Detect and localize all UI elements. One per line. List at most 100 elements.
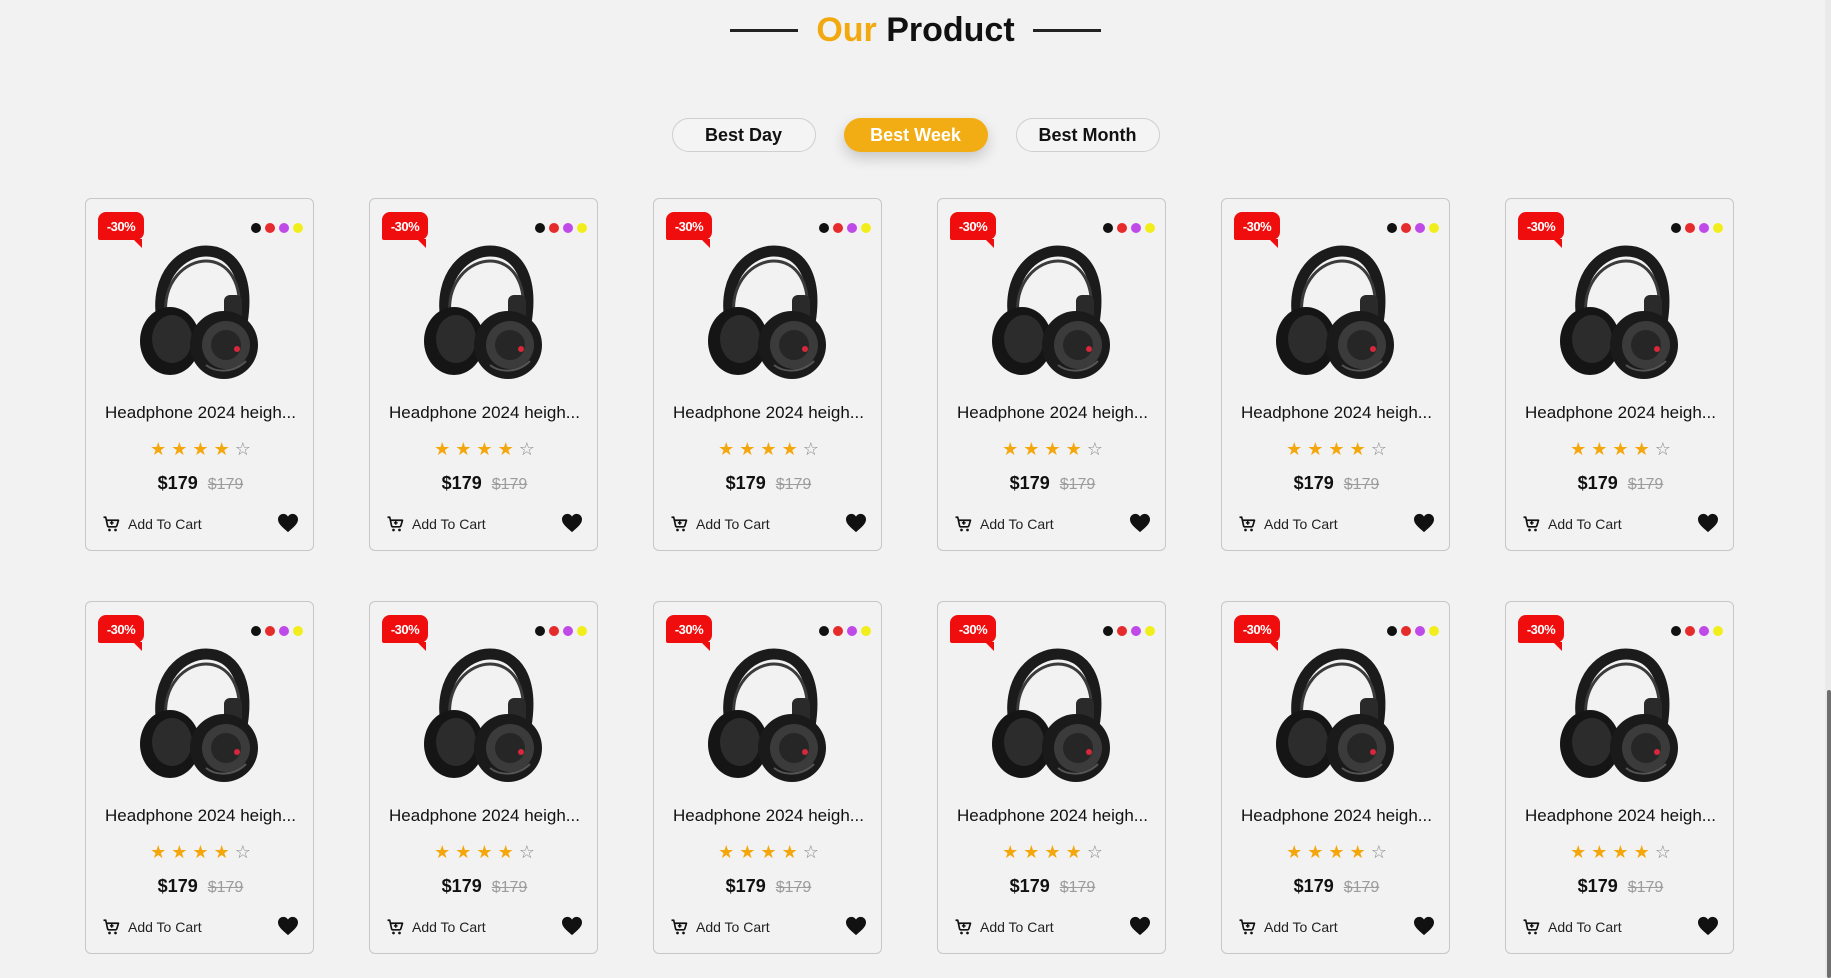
color-swatch-purple[interactable] xyxy=(847,626,857,636)
wishlist-button[interactable] xyxy=(561,513,583,533)
color-swatch-red[interactable] xyxy=(833,626,843,636)
add-to-cart-button[interactable]: Add To Cart xyxy=(954,515,1054,533)
color-swatch-red[interactable] xyxy=(1117,223,1127,233)
product-card[interactable]: -30% Headphone 2024 heigh... ★ ★ ★ ★ ☆ $… xyxy=(653,601,882,954)
color-swatch-yellow[interactable] xyxy=(1429,223,1439,233)
product-name[interactable]: Headphone 2024 heigh... xyxy=(654,806,883,826)
wishlist-button[interactable] xyxy=(277,513,299,533)
wishlist-button[interactable] xyxy=(845,916,867,936)
tab-best-day[interactable]: Best Day xyxy=(671,118,816,152)
color-swatch-black[interactable] xyxy=(1671,223,1681,233)
color-swatch-purple[interactable] xyxy=(1415,223,1425,233)
color-swatch-black[interactable] xyxy=(535,223,545,233)
product-card[interactable]: -30% Headphone 2024 heigh... ★ ★ ★ ★ ☆ $… xyxy=(1221,601,1450,954)
color-swatch-red[interactable] xyxy=(549,626,559,636)
color-swatch-yellow[interactable] xyxy=(577,626,587,636)
color-swatch-red[interactable] xyxy=(1401,223,1411,233)
color-swatch-purple[interactable] xyxy=(1415,626,1425,636)
color-swatch-purple[interactable] xyxy=(1699,223,1709,233)
product-card[interactable]: -30% Headphone 2024 heigh... ★ ★ ★ ★ ☆ $… xyxy=(1505,198,1734,551)
color-swatch-yellow[interactable] xyxy=(1145,626,1155,636)
product-card[interactable]: -30% Headphone 2024 heigh... ★ ★ ★ ★ ☆ $… xyxy=(369,198,598,551)
color-swatch-red[interactable] xyxy=(833,223,843,233)
product-card[interactable]: -30% Headphone 2024 heigh... ★ ★ ★ ★ ☆ $… xyxy=(1221,198,1450,551)
wishlist-button[interactable] xyxy=(1129,513,1151,533)
product-name[interactable]: Headphone 2024 heigh... xyxy=(1222,403,1451,423)
color-swatch-black[interactable] xyxy=(1387,223,1397,233)
color-swatch-yellow[interactable] xyxy=(577,223,587,233)
product-card[interactable]: -30% Headphone 2024 heigh... ★ ★ ★ ★ ☆ $… xyxy=(85,601,314,954)
color-swatch-yellow[interactable] xyxy=(293,626,303,636)
product-name[interactable]: Headphone 2024 heigh... xyxy=(1506,403,1735,423)
wishlist-button[interactable] xyxy=(1129,916,1151,936)
add-to-cart-button[interactable]: Add To Cart xyxy=(1238,515,1338,533)
color-swatch-red[interactable] xyxy=(1685,223,1695,233)
color-swatch-yellow[interactable] xyxy=(1713,223,1723,233)
wishlist-button[interactable] xyxy=(1697,513,1719,533)
add-to-cart-button[interactable]: Add To Cart xyxy=(670,515,770,533)
color-swatch-black[interactable] xyxy=(251,223,261,233)
color-swatch-yellow[interactable] xyxy=(861,626,871,636)
product-name[interactable]: Headphone 2024 heigh... xyxy=(1222,806,1451,826)
color-swatch-yellow[interactable] xyxy=(1713,626,1723,636)
color-swatch-purple[interactable] xyxy=(279,223,289,233)
color-swatch-black[interactable] xyxy=(1103,626,1113,636)
product-name[interactable]: Headphone 2024 heigh... xyxy=(86,403,315,423)
color-swatch-black[interactable] xyxy=(1387,626,1397,636)
add-to-cart-button[interactable]: Add To Cart xyxy=(1238,918,1338,936)
color-swatch-black[interactable] xyxy=(819,626,829,636)
color-swatch-purple[interactable] xyxy=(279,626,289,636)
add-to-cart-button[interactable]: Add To Cart xyxy=(670,918,770,936)
color-swatch-yellow[interactable] xyxy=(861,223,871,233)
wishlist-button[interactable] xyxy=(561,916,583,936)
color-swatch-purple[interactable] xyxy=(1131,223,1141,233)
add-to-cart-button[interactable]: Add To Cart xyxy=(386,918,486,936)
add-to-cart-button[interactable]: Add To Cart xyxy=(954,918,1054,936)
wishlist-button[interactable] xyxy=(845,513,867,533)
wishlist-button[interactable] xyxy=(1413,513,1435,533)
color-swatch-yellow[interactable] xyxy=(1429,626,1439,636)
scrollbar-thumb[interactable] xyxy=(1827,690,1831,978)
wishlist-button[interactable] xyxy=(277,916,299,936)
color-swatch-purple[interactable] xyxy=(563,223,573,233)
color-swatch-black[interactable] xyxy=(251,626,261,636)
product-name[interactable]: Headphone 2024 heigh... xyxy=(938,403,1167,423)
color-swatch-yellow[interactable] xyxy=(293,223,303,233)
product-name[interactable]: Headphone 2024 heigh... xyxy=(654,403,883,423)
color-swatch-red[interactable] xyxy=(549,223,559,233)
color-swatch-yellow[interactable] xyxy=(1145,223,1155,233)
add-to-cart-button[interactable]: Add To Cart xyxy=(102,918,202,936)
color-swatch-red[interactable] xyxy=(1401,626,1411,636)
color-swatch-black[interactable] xyxy=(1103,223,1113,233)
color-swatch-purple[interactable] xyxy=(847,223,857,233)
product-name[interactable]: Headphone 2024 heigh... xyxy=(86,806,315,826)
color-swatch-black[interactable] xyxy=(819,223,829,233)
add-to-cart-button[interactable]: Add To Cart xyxy=(1522,515,1622,533)
color-swatch-purple[interactable] xyxy=(1131,626,1141,636)
product-name[interactable]: Headphone 2024 heigh... xyxy=(1506,806,1735,826)
add-to-cart-button[interactable]: Add To Cart xyxy=(386,515,486,533)
product-card[interactable]: -30% Headphone 2024 heigh... ★ ★ ★ ★ ☆ $… xyxy=(937,198,1166,551)
product-name[interactable]: Headphone 2024 heigh... xyxy=(370,403,599,423)
product-card[interactable]: -30% Headphone 2024 heigh... ★ ★ ★ ★ ☆ $… xyxy=(369,601,598,954)
color-swatch-red[interactable] xyxy=(265,223,275,233)
product-card[interactable]: -30% Headphone 2024 heigh... ★ ★ ★ ★ ☆ $… xyxy=(1505,601,1734,954)
color-swatch-purple[interactable] xyxy=(1699,626,1709,636)
color-swatch-black[interactable] xyxy=(535,626,545,636)
color-swatch-red[interactable] xyxy=(265,626,275,636)
product-name[interactable]: Headphone 2024 heigh... xyxy=(938,806,1167,826)
tab-best-month[interactable]: Best Month xyxy=(1015,118,1160,152)
color-swatch-red[interactable] xyxy=(1685,626,1695,636)
wishlist-button[interactable] xyxy=(1697,916,1719,936)
add-to-cart-button[interactable]: Add To Cart xyxy=(102,515,202,533)
product-name[interactable]: Headphone 2024 heigh... xyxy=(370,806,599,826)
product-card[interactable]: -30% Headphone 2024 heigh... ★ ★ ★ ★ ☆ $… xyxy=(653,198,882,551)
color-swatch-black[interactable] xyxy=(1671,626,1681,636)
scrollbar[interactable] xyxy=(1825,0,1831,978)
add-to-cart-button[interactable]: Add To Cart xyxy=(1522,918,1622,936)
tab-best-week[interactable]: Best Week xyxy=(843,118,988,152)
color-swatch-purple[interactable] xyxy=(563,626,573,636)
product-card[interactable]: -30% Headphone 2024 heigh... ★ ★ ★ ★ ☆ $… xyxy=(85,198,314,551)
product-card[interactable]: -30% Headphone 2024 heigh... ★ ★ ★ ★ ☆ $… xyxy=(937,601,1166,954)
wishlist-button[interactable] xyxy=(1413,916,1435,936)
